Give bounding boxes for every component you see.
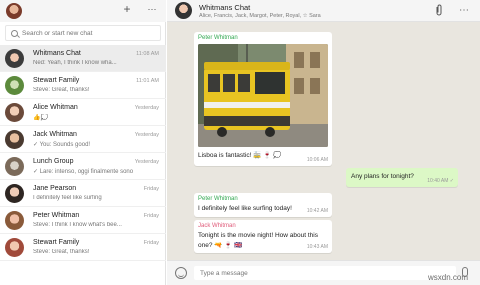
chat-time: Yesterday — [134, 132, 159, 138]
conversation-header: Whitmans Chat Alice, Francis, Jack, Marg… — [167, 0, 480, 22]
avatar — [5, 130, 24, 149]
conversation-title: Whitmans Chat — [199, 3, 251, 12]
message-input[interactable] — [194, 266, 456, 280]
message-bubble-incoming[interactable]: Peter Whitman I definitely feel like sur… — [194, 193, 332, 217]
chat-time: 11:01 AM — [136, 78, 159, 84]
chat-time: Friday — [143, 240, 159, 246]
chat-item-alice-whitman[interactable]: Alice Whitman Yesterday 👍💭 — [0, 99, 166, 126]
avatar — [5, 103, 24, 122]
attach-icon[interactable] — [432, 4, 446, 18]
avatar — [5, 184, 24, 203]
chat-preview: ✓ Lare: intenso, oggi finalmente sono — [33, 169, 134, 175]
chat-preview: Steve: Great, thanks! — [33, 249, 90, 255]
chat-item-lunch-group[interactable]: Lunch Group Yesterday ✓ Lare: intenso, o… — [0, 153, 166, 180]
chat-name: Stewart Family — [33, 77, 80, 84]
chat-preview: ✓ You: Sounds good! — [33, 142, 91, 148]
chat-item-stewart-family-2[interactable]: Stewart Family Friday Steve: Great, than… — [0, 234, 166, 261]
chat-name: Alice Whitman — [33, 104, 78, 111]
chat-time: 11:08 AM — [136, 51, 159, 57]
chat-list: Whitmans Chat 11:08 AM Ned: Yeah, I thin… — [0, 45, 166, 261]
chat-name: Stewart Family — [33, 239, 80, 246]
message-time: 10:43 AM — [306, 244, 328, 250]
avatar — [5, 211, 24, 230]
message-sender: Jack Whitman — [198, 223, 236, 229]
chat-name: Peter Whitman — [33, 212, 80, 219]
chat-name: Lunch Group — [33, 158, 74, 165]
chat-preview: Steve: Great, thanks! — [33, 87, 90, 93]
message-time: 10:40 AM ✓ — [427, 178, 454, 184]
message-sender: Peter Whitman — [198, 35, 238, 41]
message-bubble-outgoing[interactable]: Any plans for tonight? 10:40 AM ✓ — [346, 168, 458, 187]
chat-list-pane: + ⋯ Whitmans Chat 11:08 AM Ned: Yeah, I … — [0, 0, 166, 285]
tram-photo[interactable] — [198, 44, 328, 147]
chat-preview: 👍💭 — [33, 115, 48, 121]
avatar — [5, 49, 24, 68]
search-input[interactable] — [22, 28, 157, 39]
chat-name: Whitmans Chat — [33, 50, 81, 57]
avatar — [5, 157, 24, 176]
chat-item-peter-whitman[interactable]: Peter Whitman Friday Steve: I think I kn… — [0, 207, 166, 234]
watermark: wsxdn.com — [427, 273, 468, 282]
message-sender: Peter Whitman — [198, 196, 238, 202]
chat-time: Friday — [143, 213, 159, 219]
chat-item-jack-whitman[interactable]: Jack Whitman Yesterday ✓ You: Sounds goo… — [0, 126, 166, 153]
chat-item-whitmans-chat[interactable]: Whitmans Chat 11:08 AM Ned: Yeah, I thin… — [0, 45, 166, 72]
emoji-icon[interactable] — [175, 267, 187, 279]
chat-name: Jack Whitman — [33, 131, 77, 138]
chat-preview: I definitely feel like surfing — [33, 195, 102, 201]
conversation-members: Alice, Francis, Jack, Margot, Peter, Roy… — [199, 13, 321, 19]
chat-time: Yesterday — [134, 105, 159, 111]
new-chat-icon[interactable]: + — [120, 3, 134, 17]
group-avatar[interactable] — [175, 2, 192, 19]
message-text: I definitely feel like surfing today! — [198, 205, 292, 212]
conversation-pane: Whitmans Chat Alice, Francis, Jack, Marg… — [167, 0, 480, 285]
chat-preview: Steve: I think I know what's bee... — [33, 222, 122, 228]
avatar — [5, 238, 24, 257]
menu-icon[interactable]: ⋯ — [457, 4, 471, 18]
search-icon — [11, 30, 18, 37]
message-text: Lisboa is fantastic! 🚋 🍷 💭 — [198, 152, 282, 159]
message-bubble-incoming[interactable]: Jack Whitman Tonight is the movie night!… — [194, 220, 332, 253]
chat-preview: Ned: Yeah, I think I know wha... — [33, 60, 117, 66]
chat-time: Yesterday — [134, 159, 159, 165]
message-time: 10:06 AM — [306, 157, 328, 163]
chat-item-jane-pearson[interactable]: Jane Pearson Friday I definitely feel li… — [0, 180, 166, 207]
avatar — [5, 76, 24, 95]
left-header: + ⋯ — [0, 0, 166, 22]
chat-time: Friday — [143, 186, 159, 192]
message-text: Tonight is the movie night! How about th… — [198, 232, 318, 239]
message-text: one? 🔫 🍷 🇬🇧 — [198, 242, 243, 249]
message-time: 10:42 AM — [306, 208, 328, 214]
chat-name: Jane Pearson — [33, 185, 77, 192]
profile-avatar[interactable] — [6, 3, 22, 19]
search-bar[interactable] — [5, 25, 161, 41]
chat-item-stewart-family[interactable]: Stewart Family 11:01 AM Steve: Great, th… — [0, 72, 166, 99]
message-text: Any plans for tonight? — [351, 173, 414, 180]
menu-icon[interactable]: ⋯ — [145, 3, 159, 17]
message-bubble-photo[interactable]: Peter Whitman Lisboa is fantastic! 🚋 🍷 💭… — [194, 32, 332, 166]
